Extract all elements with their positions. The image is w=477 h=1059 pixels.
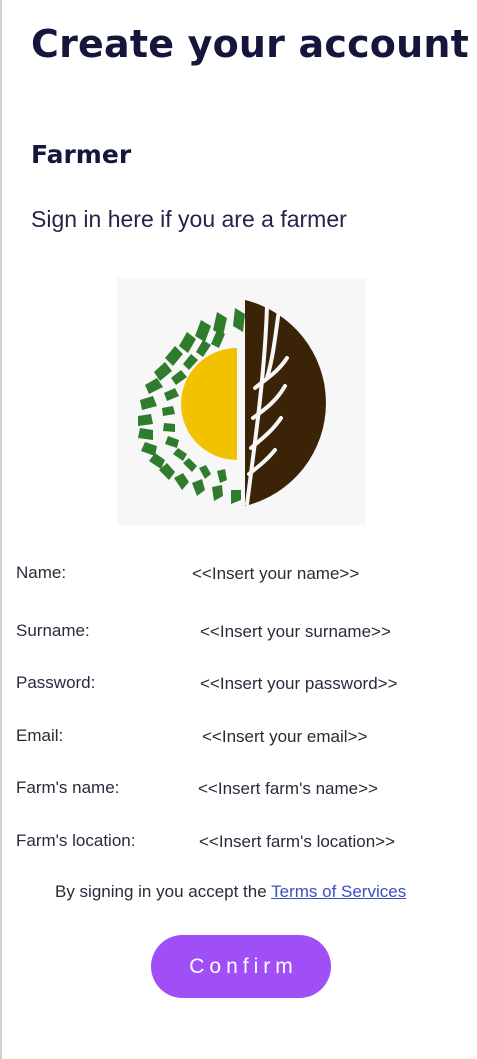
role-title: Farmer — [31, 140, 132, 169]
terms-of-services-link[interactable]: Terms of Services — [271, 882, 406, 901]
farm-logo — [117, 278, 366, 525]
farm-name-label: Farm's name: — [16, 778, 120, 797]
farm-location-input[interactable] — [199, 830, 449, 854]
surname-label: Surname: — [16, 621, 90, 640]
surname-input[interactable] — [200, 620, 450, 644]
wheat-sun-logo-icon — [138, 300, 326, 506]
email-input[interactable] — [202, 725, 452, 749]
farm-location-label: Farm's location: — [16, 831, 136, 850]
password-input[interactable] — [200, 672, 450, 696]
name-input[interactable] — [192, 562, 442, 586]
confirm-button[interactable]: Confirm — [151, 935, 331, 998]
left-border — [0, 0, 2, 1059]
password-label: Password: — [16, 673, 96, 692]
role-subtitle: Sign in here if you are a farmer — [31, 206, 347, 232]
page-title: Create your account — [31, 22, 469, 66]
terms-notice: By signing in you accept the Terms of Se… — [55, 882, 406, 902]
email-label: Email: — [16, 726, 64, 745]
terms-prefix: By signing in you accept the — [55, 882, 272, 901]
logo-brown-half — [245, 300, 326, 506]
farm-name-input[interactable] — [198, 777, 448, 801]
name-label: Name: — [16, 563, 67, 582]
